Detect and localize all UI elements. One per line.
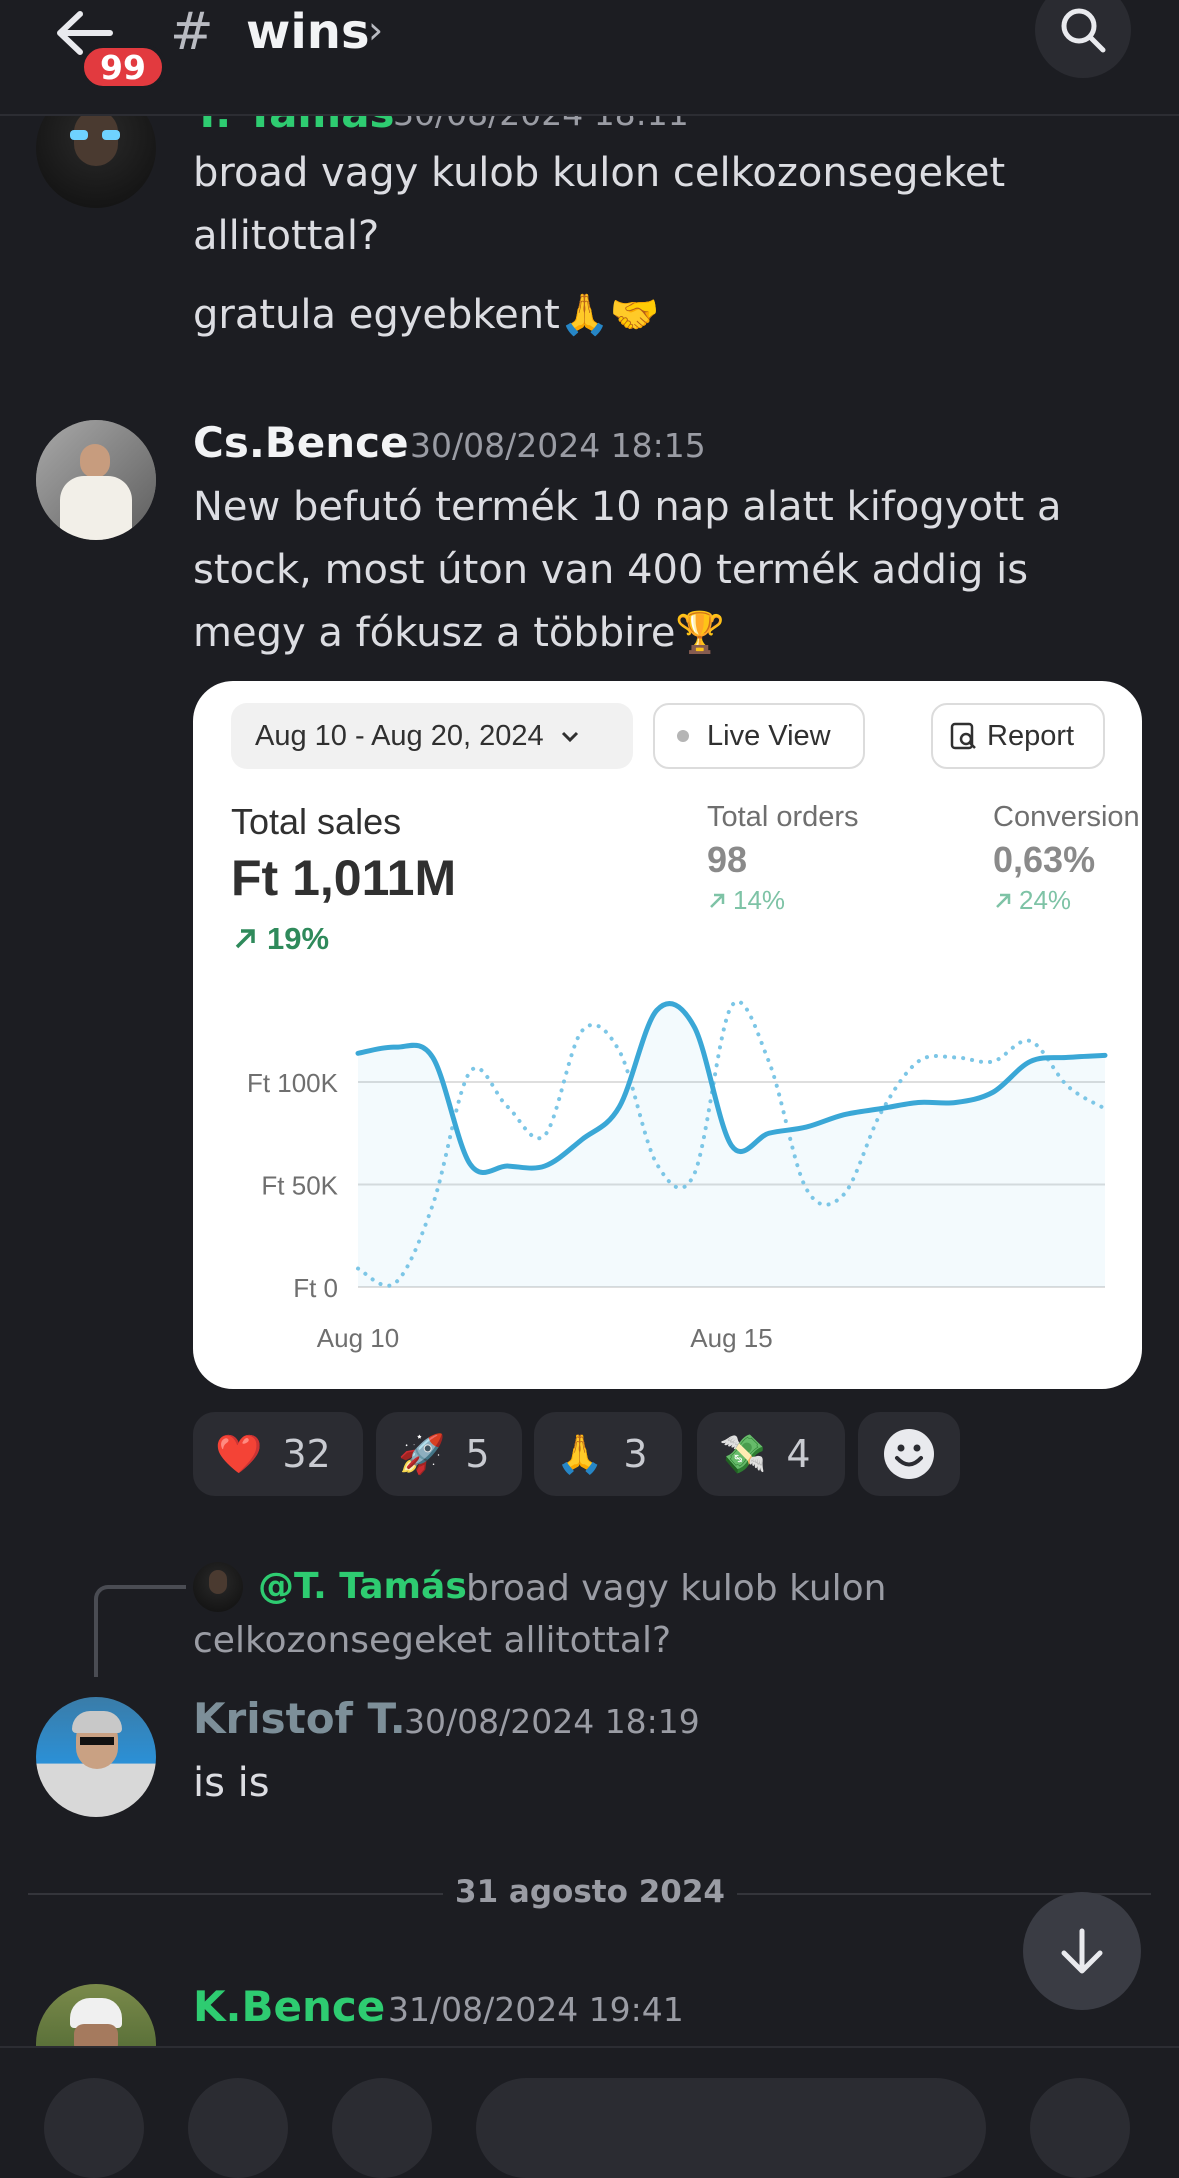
message-text: allitottal?: [193, 213, 380, 259]
reply-preview[interactable]: broad vagy kulob kulon: [466, 1568, 887, 1609]
message-author[interactable]: Cs.Bence: [193, 418, 409, 467]
search-icon: [1061, 8, 1106, 53]
channel-name[interactable]: wins: [246, 4, 370, 60]
x-tick-label: Aug 15: [690, 1323, 772, 1353]
voice-button[interactable]: [1030, 2078, 1130, 2178]
message-text: gratula egyebkent🙏🤝: [193, 292, 660, 338]
message-author[interactable]: K.Bence: [193, 1982, 385, 2031]
y-tick-label: Ft 0: [293, 1273, 338, 1303]
search-button[interactable]: [1035, 0, 1131, 78]
channel-hash-icon: #: [170, 2, 214, 62]
y-tick-label: Ft 50K: [261, 1171, 338, 1201]
channel-header: 99 # wins ›: [0, 0, 1179, 116]
y-tick-label: Ft 100K: [247, 1068, 339, 1098]
sales-chart: Ft 0 Ft 50K Ft 100K Aug 10 Aug 15: [247, 999, 1108, 1353]
message-input[interactable]: [476, 2078, 986, 2178]
arrow-down-icon: [1061, 1928, 1103, 1974]
jump-to-present-button[interactable]: [1023, 1892, 1141, 2010]
message-text: megy a fókusz a többire🏆: [193, 610, 726, 656]
reaction-heart[interactable]: ❤️ 32: [193, 1412, 363, 1496]
chevron-right-icon[interactable]: ›: [368, 8, 383, 52]
message-timestamp: 30/08/2024 18:19: [404, 1702, 700, 1741]
reaction-money[interactable]: 💸 4: [697, 1412, 845, 1496]
rocket-emoji-icon: 🚀: [398, 1431, 446, 1476]
message-timestamp: 31/08/2024 19:41: [388, 1990, 684, 2029]
apps-button[interactable]: [188, 2078, 288, 2178]
add-reaction-button[interactable]: [858, 1412, 960, 1496]
reaction-count: 4: [786, 1432, 811, 1476]
reply-connector: [94, 1585, 186, 1677]
reaction-count: 3: [623, 1432, 648, 1476]
image-attachment[interactable]: Aug 10 - Aug 20, 2024 Live View Report T…: [193, 681, 1142, 1389]
attach-button[interactable]: [44, 2078, 144, 2178]
message-text: stock, most úton van 400 termék addig is: [193, 547, 1029, 593]
heart-emoji-icon: ❤️: [215, 1431, 263, 1476]
reply-avatar: [193, 1562, 243, 1612]
unread-badge: 99: [80, 44, 166, 90]
avatar[interactable]: [36, 1697, 156, 1817]
money-wings-emoji-icon: 💸: [719, 1431, 767, 1476]
avatar[interactable]: [36, 1984, 156, 2046]
pray-emoji-icon: 🙏: [556, 1431, 604, 1476]
reaction-rocket[interactable]: 🚀 5: [376, 1412, 522, 1496]
gift-button[interactable]: [332, 2078, 432, 2178]
x-tick-label: Aug 10: [317, 1323, 399, 1353]
message-text: is is: [193, 1760, 270, 1806]
reaction-count: 32: [282, 1432, 331, 1476]
date-divider-label: 31 agosto 2024: [443, 1874, 737, 1910]
message-text: New befutó termék 10 nap alatt kifogyott…: [193, 484, 1062, 530]
reaction-count: 5: [465, 1432, 490, 1476]
message-author[interactable]: Kristof T.: [193, 1694, 406, 1743]
reply-mention[interactable]: @T. Tamás: [258, 1566, 467, 1607]
smiley-icon: [884, 1429, 934, 1479]
avatar[interactable]: [36, 420, 156, 540]
composer-bar: [0, 2046, 1179, 2178]
message-text: broad vagy kulob kulon celkozonsegeket: [193, 150, 1006, 196]
message-timestamp: 30/08/2024 18:15: [410, 426, 706, 465]
reaction-pray[interactable]: 🙏 3: [534, 1412, 682, 1496]
reply-preview[interactable]: celkozonsegeket allitottal?: [193, 1620, 671, 1661]
